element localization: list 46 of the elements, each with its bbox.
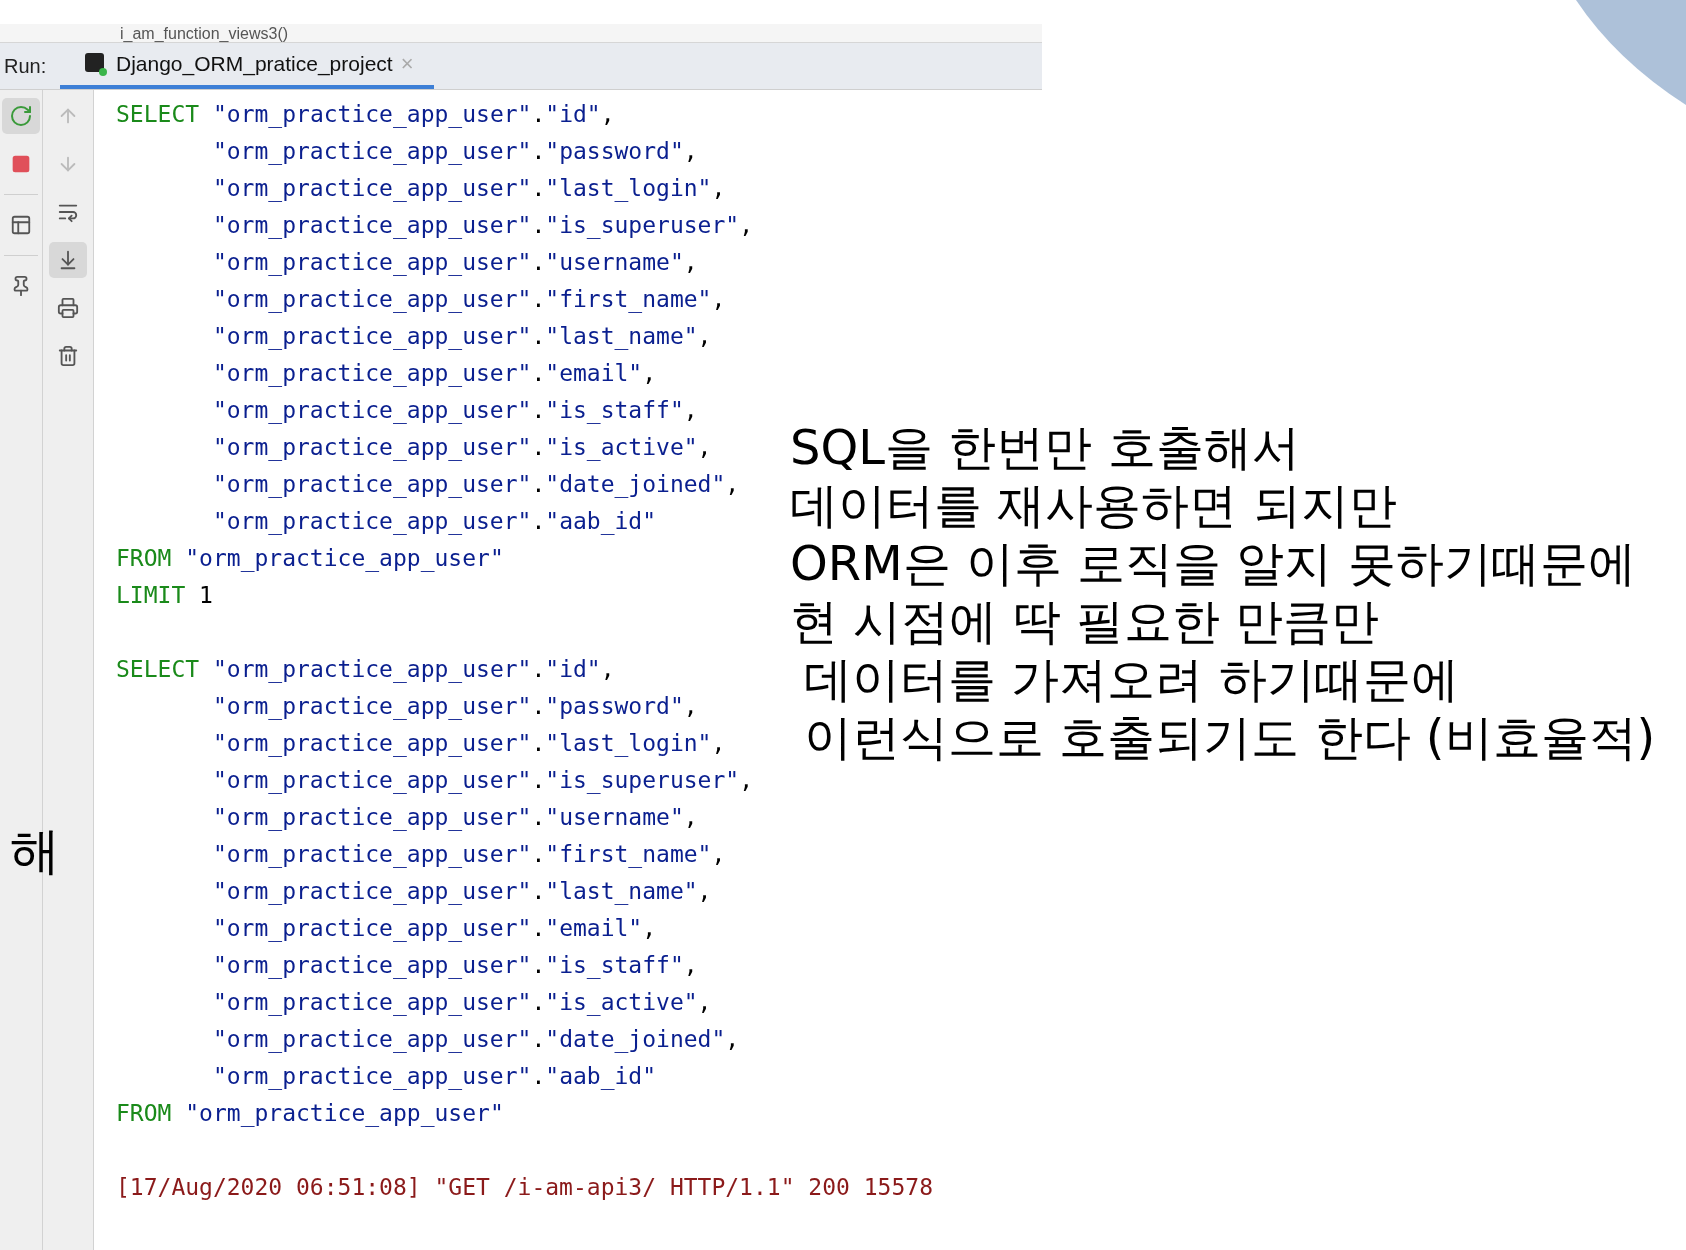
printer-icon	[57, 297, 79, 319]
sql-line: "orm_practice_app_user"."password",	[212, 138, 698, 164]
sql-line: "orm_practice_app_user"."is_active",	[212, 434, 712, 460]
sql-line: "orm_practice_app_user"."is_superuser",	[212, 212, 753, 238]
log-line: [17/Aug/2020 06:51:08] "GET /i-am-api3/ HTTP/1.1" 200 15578	[116, 1174, 933, 1200]
function-name-text: i_am_function_views3()	[120, 26, 289, 42]
sql-line: "orm_practice_app_user"."username",	[212, 249, 698, 275]
sql-line: SELECT "orm_practice_app_user"."id",	[116, 101, 615, 127]
sql-line: "orm_practice_app_user"."first_name",	[212, 286, 726, 312]
sql-line: "orm_practice_app_user"."is_superuser",	[212, 767, 753, 793]
sql-line: "orm_practice_app_user"."aab_id"	[212, 508, 657, 534]
sql-line: "orm_practice_app_user"."aab_id"	[212, 1063, 657, 1089]
run-tab[interactable]: Django_ORM_pratice_project ×	[60, 43, 434, 89]
annotation-line: 현 시점에 딱 필요한 만큼만	[790, 592, 1381, 650]
sql-line: "orm_practice_app_user"."first_name",	[212, 841, 726, 867]
sql-line: "orm_practice_app_user"."is_active",	[212, 989, 712, 1015]
sql-line: "orm_practice_app_user"."last_name",	[212, 323, 712, 349]
sql-line: LIMIT 1	[116, 582, 213, 608]
sql-line: "orm_practice_app_user"."last_login",	[212, 730, 726, 756]
annotation-line: ORM은 이후 로직을 알지 못하기때문에	[790, 534, 1637, 592]
run-label: Run:	[3, 54, 48, 78]
sql-line: FROM "orm_practice_app_user"	[116, 1100, 504, 1126]
annotation-line: SQL을 한번만 호출해서	[790, 418, 1301, 476]
annotation-line: 데이터를 가져오려 하기때문에	[803, 650, 1460, 708]
sql-line: "orm_practice_app_user"."email",	[212, 360, 657, 386]
layout-icon	[10, 214, 32, 236]
sql-line: "orm_practice_app_user"."last_name",	[212, 878, 712, 904]
side-character: 해	[10, 821, 60, 882]
sql-line: "orm_practice_app_user"."last_login",	[212, 175, 726, 201]
sql-line: "orm_practice_app_user"."username",	[212, 804, 698, 830]
rerun-button[interactable]	[2, 98, 40, 134]
sql-line: "orm_practice_app_user"."password",	[212, 693, 698, 719]
sql-line: "orm_practice_app_user"."is_staff",	[212, 952, 698, 978]
sql-line: FROM "orm_practice_app_user"	[116, 545, 504, 571]
trash-icon	[57, 345, 79, 367]
sql-line: "orm_practice_app_user"."date_joined",	[212, 1026, 740, 1052]
sql-line: SELECT "orm_practice_app_user"."id",	[116, 656, 615, 682]
sql-line: "orm_practice_app_user"."date_joined",	[212, 471, 740, 497]
sql-line: "orm_practice_app_user"."is_staff",	[212, 397, 698, 423]
stop-icon	[11, 154, 31, 174]
sql-line: "orm_practice_app_user"."email",	[212, 915, 657, 941]
django-icon	[84, 52, 108, 76]
annotation-line: 이런식으로 호출되기도 한다 (비효율적)	[803, 708, 1656, 766]
annotation-line: 데이터를 재사용하면 되지만	[790, 476, 1398, 534]
scroll-to-end-button[interactable]	[49, 242, 87, 278]
rerun-icon	[9, 104, 33, 128]
